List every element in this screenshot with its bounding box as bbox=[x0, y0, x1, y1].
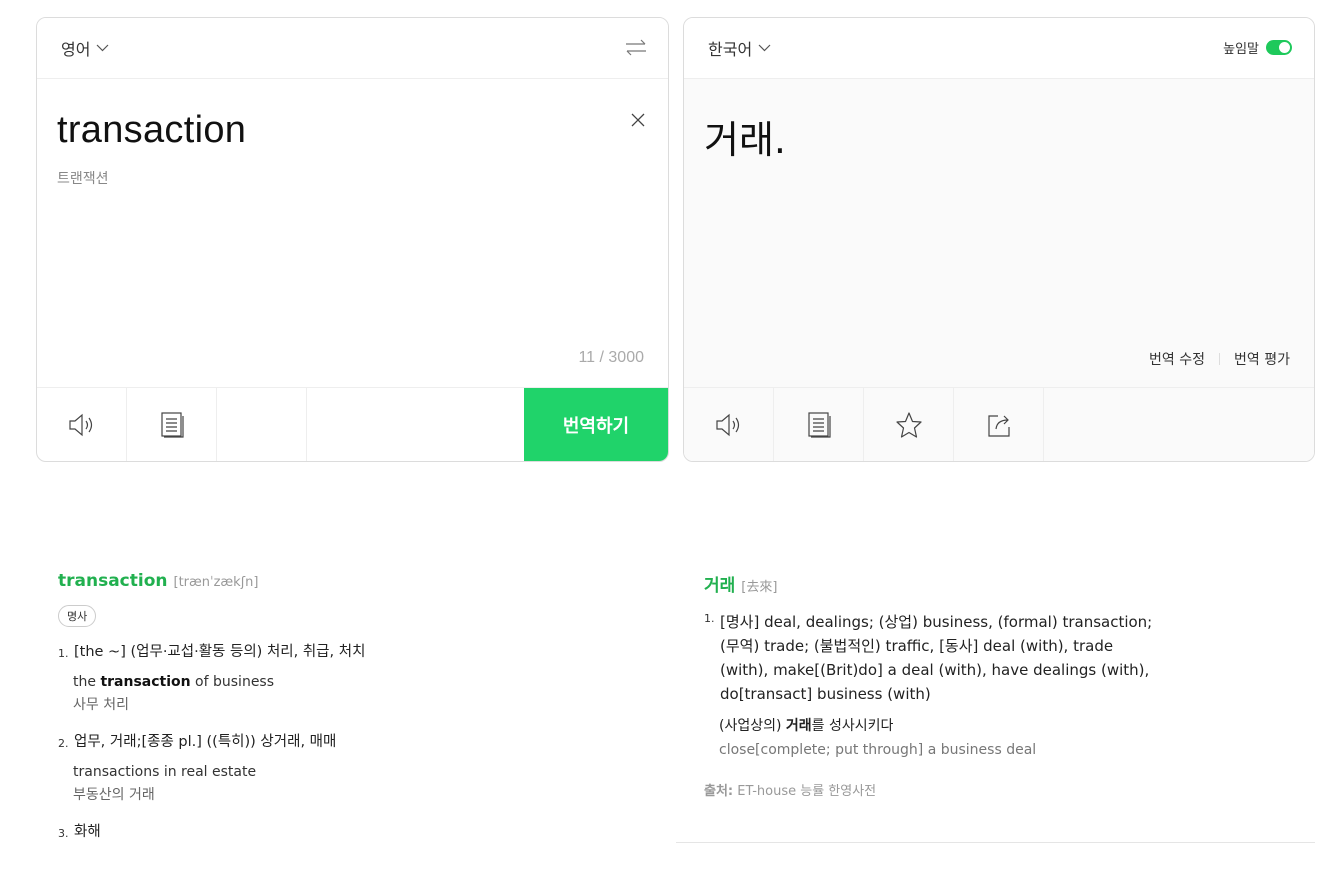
swap-languages-icon[interactable] bbox=[624, 36, 648, 60]
chevron-down-icon bbox=[758, 44, 771, 52]
headword[interactable]: 거래 bbox=[704, 571, 735, 596]
example-english: the transaction of business bbox=[73, 671, 638, 694]
korean-dictionary: 거래 [去來] 1. [명사] deal, dealings; (상업) bus… bbox=[704, 571, 1164, 799]
list-item: 3. 화해 bbox=[58, 821, 638, 845]
dictionary-source: 출처: ET-house 능률 한영사전 bbox=[704, 780, 1164, 799]
copy-button[interactable] bbox=[127, 388, 217, 461]
source-language-label: 영어 bbox=[61, 40, 91, 59]
listen-button[interactable] bbox=[684, 388, 774, 461]
example-english: close[complete; put through] a business … bbox=[719, 742, 1037, 758]
headword[interactable]: transaction bbox=[58, 571, 168, 591]
source-label: 출처: bbox=[704, 784, 734, 799]
source-value: ET-house 능률 한영사전 bbox=[733, 784, 877, 799]
star-icon bbox=[895, 411, 922, 438]
part-of-speech-badge: 명사 bbox=[58, 605, 97, 627]
toolbar-spacer bbox=[217, 388, 307, 461]
list-item: 2. 업무, 거래;[종종 pl.] ((특히)) 상거래, 매매 transa… bbox=[58, 731, 638, 807]
source-language-select[interactable]: 영어 bbox=[61, 36, 109, 60]
english-dictionary: transaction [trænˈzækʃn] 명사 1. [the ~] (… bbox=[58, 571, 638, 845]
rate-translation-link[interactable]: 번역 평가 bbox=[1234, 349, 1290, 369]
example-text-pre: the bbox=[73, 674, 101, 690]
example: (사업상의) 거래를 성사시키다 close[complete; put thr… bbox=[719, 714, 1164, 762]
source-pronunciation: 트랜잭션 bbox=[57, 171, 109, 187]
sense-definition: 업무, 거래;[종종 pl.] ((특히)) 상거래, 매매 bbox=[74, 734, 337, 750]
chevron-down-icon bbox=[97, 44, 109, 52]
character-count: 11 / 3000 bbox=[578, 349, 644, 366]
edit-translation-link[interactable]: 번역 수정 bbox=[1149, 349, 1205, 369]
target-toolbar bbox=[684, 387, 1314, 461]
honorific-control: 높임말 bbox=[1223, 38, 1292, 57]
dictionary-headword: 거래 [去來] bbox=[704, 571, 1164, 596]
sense-number: 3. bbox=[58, 827, 69, 840]
link-divider bbox=[1219, 353, 1221, 365]
list-item: 1. [명사] deal, dealings; (상업) business, (… bbox=[704, 610, 1164, 706]
source-header: 영어 bbox=[37, 18, 668, 79]
example: transactions in real estate 부동산의 거래 bbox=[73, 761, 638, 807]
list-item: 1. [the ~] (업무·교섭·활동 등의) 처리, 취급, 처치 the … bbox=[58, 641, 638, 717]
share-button[interactable] bbox=[954, 388, 1044, 461]
speaker-icon bbox=[715, 413, 739, 436]
target-language-label: 한국어 bbox=[708, 40, 753, 59]
target-language-select[interactable]: 한국어 bbox=[708, 36, 771, 60]
target-text-area: 거래. 번역 수정 번역 평가 bbox=[684, 79, 1314, 389]
translation-result: 거래. bbox=[704, 118, 786, 162]
source-toolbar: 번역하기 bbox=[37, 387, 668, 461]
example-text-pre: (사업상의) bbox=[719, 718, 786, 734]
sense-number: 1. bbox=[704, 612, 715, 625]
sense-definition: [명사] deal, dealings; (상업) business, (for… bbox=[720, 613, 1153, 703]
translation-feedback-links: 번역 수정 번역 평가 bbox=[1149, 349, 1290, 369]
section-divider bbox=[676, 842, 1315, 843]
source-text[interactable]: transaction bbox=[57, 109, 648, 152]
example-highlight: transaction bbox=[100, 674, 191, 690]
share-icon bbox=[987, 414, 1010, 437]
example-korean: 사무 처리 bbox=[73, 697, 129, 713]
sense-number: 1. bbox=[58, 647, 69, 660]
close-icon[interactable] bbox=[630, 112, 646, 128]
example-highlight: 거래 bbox=[785, 718, 812, 734]
favorite-button[interactable] bbox=[864, 388, 954, 461]
honorific-label: 높임말 bbox=[1223, 42, 1259, 57]
sense-definition: [the ~] (업무·교섭·활동 등의) 처리, 취급, 처치 bbox=[74, 644, 366, 660]
target-panel: 한국어 높임말 거래. 번역 수정 번역 평가 bbox=[683, 17, 1315, 462]
hanja: [去來] bbox=[741, 580, 778, 595]
example-korean: (사업상의) 거래를 성사시키다 bbox=[719, 714, 1164, 738]
document-icon bbox=[807, 411, 831, 438]
document-icon bbox=[160, 411, 184, 438]
source-panel: 영어 transaction 트랜잭션 11 / 3000 번역하기 bbox=[36, 17, 669, 462]
sense-number: 2. bbox=[58, 737, 69, 750]
speaker-icon bbox=[68, 413, 92, 436]
example-text-post: 를 성사시키다 bbox=[811, 718, 894, 734]
example-text-post: of business bbox=[190, 674, 275, 690]
phonetic: [trænˈzækʃn] bbox=[173, 575, 259, 590]
example: the transaction of business 사무 처리 bbox=[73, 671, 638, 717]
toggle-knob bbox=[1279, 42, 1290, 53]
copy-button[interactable] bbox=[774, 388, 864, 461]
sense-definition: 화해 bbox=[74, 824, 101, 840]
target-header: 한국어 높임말 bbox=[684, 18, 1314, 79]
source-text-area[interactable]: transaction 트랜잭션 11 / 3000 bbox=[37, 79, 668, 389]
example-english: transactions in real estate bbox=[73, 764, 257, 780]
listen-button[interactable] bbox=[37, 388, 127, 461]
honorific-toggle[interactable] bbox=[1266, 40, 1292, 55]
dictionary-headword: transaction [trænˈzækʃn] bbox=[58, 571, 638, 591]
translate-button[interactable]: 번역하기 bbox=[524, 388, 668, 461]
example-korean: 부동산의 거래 bbox=[73, 787, 155, 803]
